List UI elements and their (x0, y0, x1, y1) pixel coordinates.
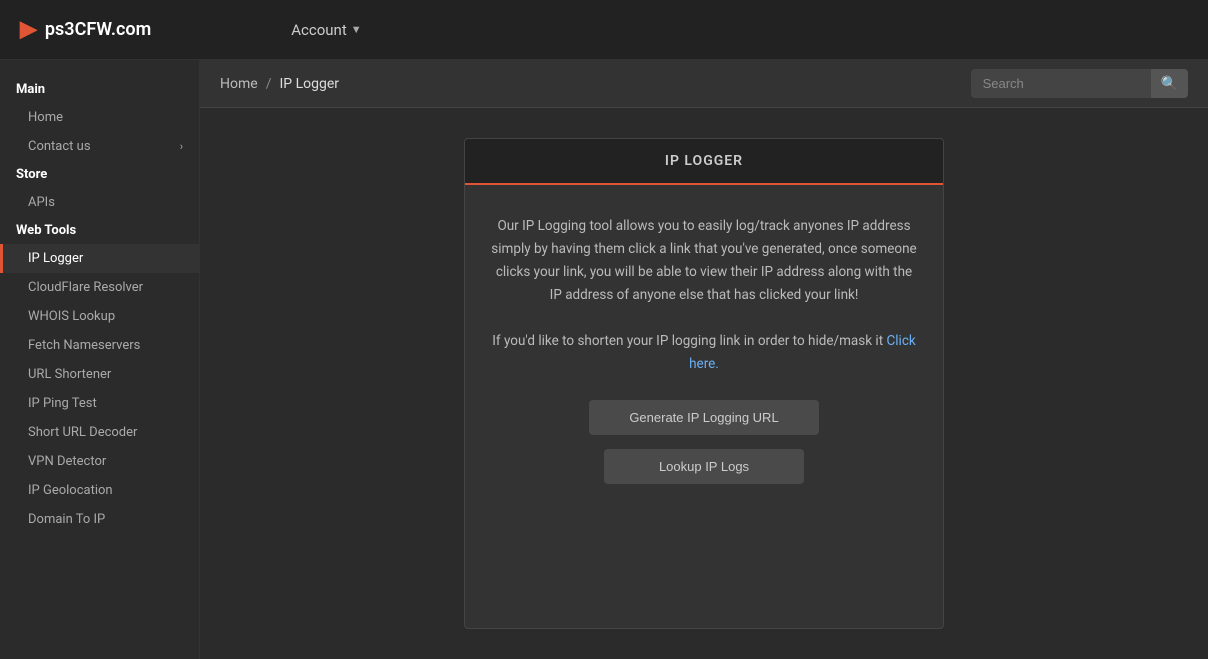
sidebar-item-url-shortener[interactable]: URL Shortener (0, 360, 199, 389)
sidebar-item-ip-ping[interactable]: IP Ping Test (0, 389, 199, 418)
top-navigation: ▶ ps3CFW.com Account ▼ (0, 0, 1208, 60)
sidebar-section-webtools: Web Tools (0, 217, 199, 244)
tool-card-title: IP LOGGER (465, 139, 943, 185)
breadcrumb-bar: Home / IP Logger 🔍 (200, 60, 1208, 108)
sidebar-item-home[interactable]: Home (0, 103, 199, 132)
breadcrumb-separator: / (266, 76, 272, 92)
tool-card-body: Our IP Logging tool allows you to easily… (465, 185, 943, 508)
account-arrow-icon: ▼ (351, 23, 362, 36)
tool-buttons: Generate IP Logging URL Lookup IP Logs (489, 400, 919, 484)
breadcrumb-current: IP Logger (279, 76, 339, 92)
tool-description: Our IP Logging tool allows you to easily… (489, 215, 919, 376)
chevron-right-icon: › (180, 140, 183, 153)
sidebar-item-whois[interactable]: WHOIS Lookup (0, 302, 199, 331)
sidebar-item-cloudflare[interactable]: CloudFlare Resolver (0, 273, 199, 302)
logo-icon: ▶ (20, 17, 37, 42)
sidebar-item-apis[interactable]: APIs (0, 188, 199, 217)
search-area: 🔍 (971, 69, 1188, 98)
sidebar-item-short-url-decoder[interactable]: Short URL Decoder (0, 418, 199, 447)
tool-description-text1: Our IP Logging tool allows you to easily… (489, 215, 919, 307)
sidebar-item-domain-to-ip[interactable]: Domain To IP (0, 505, 199, 534)
sidebar-item-fetch-nameservers[interactable]: Fetch Nameservers (0, 331, 199, 360)
body-layout: Main Home Contact us › Store APIs Web To… (0, 60, 1208, 659)
breadcrumb: Home / IP Logger (220, 76, 339, 92)
main-content: Home / IP Logger 🔍 IP LOGGER Our IP Logg… (200, 60, 1208, 659)
sidebar-item-ip-geolocation[interactable]: IP Geolocation (0, 476, 199, 505)
sidebar-section-main: Main (0, 76, 199, 103)
search-button[interactable]: 🔍 (1151, 69, 1188, 98)
account-label: Account (291, 21, 347, 39)
logo-text: ps3CFW.com (45, 19, 151, 40)
sidebar-item-contact[interactable]: Contact us › (0, 132, 199, 161)
breadcrumb-home[interactable]: Home (220, 76, 258, 92)
content-area: IP LOGGER Our IP Logging tool allows you… (200, 108, 1208, 659)
tool-description-text2: If you'd like to shorten your IP logging… (489, 330, 919, 376)
lookup-ip-logs-button[interactable]: Lookup IP Logs (604, 449, 804, 484)
generate-ip-logging-url-button[interactable]: Generate IP Logging URL (589, 400, 818, 435)
sidebar: Main Home Contact us › Store APIs Web To… (0, 60, 200, 659)
sidebar-item-vpn-detector[interactable]: VPN Detector (0, 447, 199, 476)
account-menu[interactable]: Account ▼ (291, 21, 361, 39)
tool-card: IP LOGGER Our IP Logging tool allows you… (464, 138, 944, 629)
sidebar-section-store: Store (0, 161, 199, 188)
sidebar-item-ip-logger[interactable]: IP Logger (0, 244, 199, 273)
search-input[interactable] (971, 70, 1151, 97)
logo[interactable]: ▶ ps3CFW.com (20, 17, 151, 42)
